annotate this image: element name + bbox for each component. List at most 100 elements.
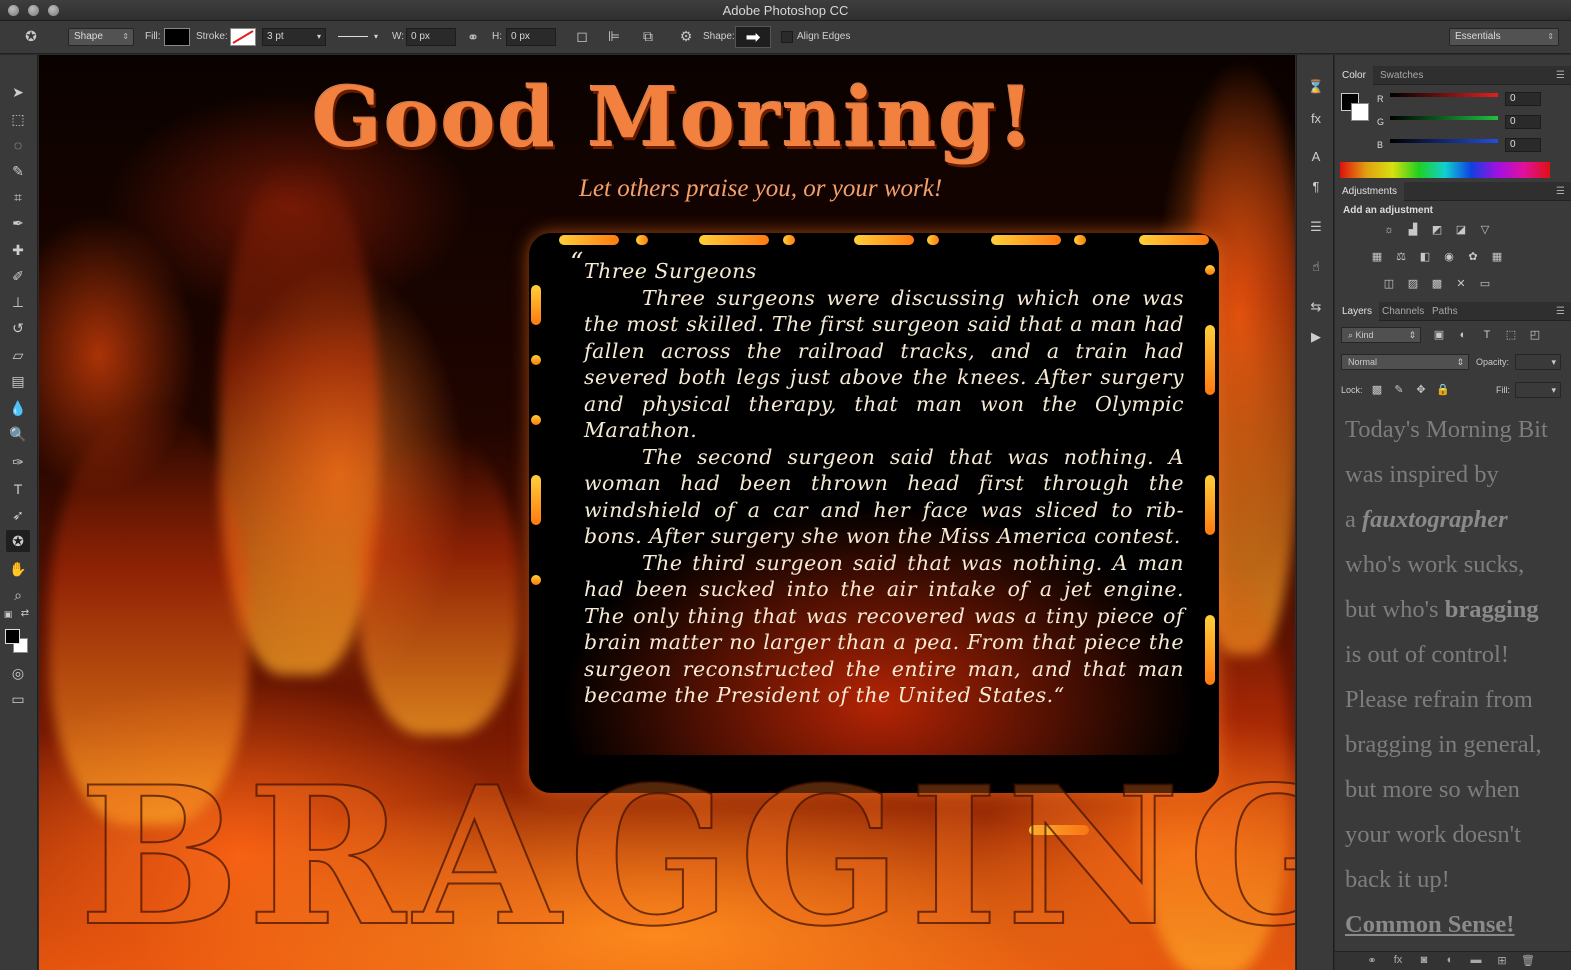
workspace-select[interactable]: Essentials ⇕: [1449, 28, 1559, 46]
actions-panel-icon[interactable]: ▶: [1305, 327, 1327, 347]
link-layers-icon[interactable]: ⚭: [1365, 954, 1379, 967]
layer-mask-icon[interactable]: ◙: [1417, 954, 1431, 966]
layer-style-icon[interactable]: fx: [1391, 954, 1405, 966]
crop-tool-icon[interactable]: ⌗: [6, 186, 30, 208]
color-spectrum-ramp[interactable]: [1340, 162, 1550, 178]
tab-layers[interactable]: Layers: [1335, 302, 1380, 321]
delete-layer-icon[interactable]: 🗑: [1521, 954, 1535, 967]
styles-panel-icon[interactable]: fx: [1305, 109, 1327, 129]
eraser-tool-icon[interactable]: ▱: [6, 344, 30, 366]
new-adjustment-layer-icon[interactable]: ◐: [1443, 954, 1457, 966]
default-colors-icon[interactable]: ▣: [2, 608, 14, 620]
lock-image-pixels-icon[interactable]: ✎: [1391, 383, 1407, 397]
channel-g-value[interactable]: 0: [1505, 115, 1541, 129]
threshold-icon[interactable]: ▩: [1429, 277, 1445, 291]
brightness-contrast-icon[interactable]: ☼: [1381, 223, 1397, 237]
hue-saturation-icon[interactable]: ▦: [1369, 250, 1385, 264]
marquee-tool-icon[interactable]: ⬚: [6, 108, 30, 130]
color-lookup-icon[interactable]: ▦: [1489, 250, 1505, 264]
hand-tool-icon[interactable]: ✋: [6, 558, 30, 580]
eyedropper-tool-icon[interactable]: ✒: [6, 212, 30, 234]
quick-selection-tool-icon[interactable]: ✎: [6, 160, 30, 182]
screen-mode-icon[interactable]: ▭: [6, 688, 30, 710]
fill-field[interactable]: ▾: [1515, 382, 1561, 398]
new-group-icon[interactable]: ▬: [1469, 954, 1483, 966]
paragraph-panel-icon[interactable]: ¶: [1305, 177, 1327, 197]
tab-channels[interactable]: Channels: [1375, 302, 1431, 321]
stroke-width-field[interactable]: 3 pt ▾: [262, 28, 326, 46]
lock-all-icon[interactable]: 🔒: [1435, 383, 1451, 397]
character-panel-icon[interactable]: A: [1305, 147, 1327, 167]
link-icon[interactable]: ⚭: [463, 28, 483, 46]
tab-swatches[interactable]: Swatches: [1373, 66, 1430, 85]
selective-color-icon[interactable]: ✕: [1453, 277, 1469, 291]
channel-r-value[interactable]: 0: [1505, 92, 1541, 106]
tab-adjustments[interactable]: Adjustments: [1335, 182, 1405, 201]
filter-pixel-icon[interactable]: ▣: [1431, 328, 1447, 342]
stroke-swatch[interactable]: [230, 28, 256, 46]
width-field[interactable]: 0 px: [406, 28, 456, 46]
clone-stamp-tool-icon[interactable]: ⊥: [6, 291, 30, 313]
custom-shape-tool-preset-icon[interactable]: ✪: [18, 27, 44, 45]
opacity-field[interactable]: ▾: [1515, 354, 1561, 370]
black-white-icon[interactable]: ◧: [1417, 250, 1433, 264]
move-tool-icon[interactable]: ➤: [6, 81, 30, 103]
curves-icon[interactable]: ◩: [1429, 223, 1445, 237]
history-panel-icon[interactable]: ⌛: [1305, 77, 1327, 97]
panel-menu-icon[interactable]: ☰: [1556, 182, 1565, 201]
color-balance-icon[interactable]: ⚖: [1393, 250, 1409, 264]
new-layer-icon[interactable]: ⊞: [1495, 954, 1509, 967]
swap-colors-icon[interactable]: ⇄: [18, 608, 32, 620]
exposure-icon[interactable]: ◪: [1453, 223, 1469, 237]
stroke-type-select[interactable]: ▾: [333, 28, 381, 46]
healing-brush-tool-icon[interactable]: ✚: [6, 239, 30, 261]
color-bg-swatch[interactable]: [1351, 103, 1369, 121]
type-tool-icon[interactable]: T: [6, 478, 30, 500]
align-edges-checkbox[interactable]: [781, 31, 793, 43]
blend-mode-select[interactable]: Normal ⇕: [1341, 354, 1469, 370]
path-alignment-icon[interactable]: ⊫: [604, 27, 624, 45]
path-operations-icon[interactable]: ◻: [572, 27, 592, 45]
channel-mixer-icon[interactable]: ✿: [1465, 250, 1481, 264]
dodge-tool-icon[interactable]: 🔍: [6, 423, 30, 445]
channel-b-value[interactable]: 0: [1505, 138, 1541, 152]
zoom-tool-icon[interactable]: ⌕: [6, 584, 30, 606]
fill-swatch[interactable]: [164, 28, 190, 46]
filter-shape-icon[interactable]: ⬚: [1503, 328, 1519, 342]
blur-tool-icon[interactable]: 💧: [6, 397, 30, 419]
properties-panel-icon[interactable]: ☰: [1305, 217, 1327, 237]
quick-mask-icon[interactable]: ◎: [6, 662, 30, 684]
lock-transparent-pixels-icon[interactable]: ▩: [1369, 383, 1385, 397]
layer-filter-kind-select[interactable]: ⌕ Kind ⇕: [1341, 327, 1421, 343]
levels-icon[interactable]: ▟: [1405, 223, 1421, 237]
document-canvas[interactable]: Good Morning! Let others praise you, or …: [39, 55, 1295, 970]
height-field[interactable]: 0 px: [506, 28, 556, 46]
path-selection-tool-icon[interactable]: ➶: [6, 504, 30, 526]
pen-tool-icon[interactable]: ✑: [6, 451, 30, 473]
tab-color[interactable]: Color: [1335, 66, 1373, 85]
photo-filter-icon[interactable]: ◉: [1441, 250, 1457, 264]
custom-shape-tool-icon[interactable]: ✪: [6, 530, 30, 552]
filter-adjustment-icon[interactable]: ◐: [1455, 328, 1471, 342]
tab-paths[interactable]: Paths: [1425, 302, 1465, 321]
posterize-icon[interactable]: ▨: [1405, 277, 1421, 291]
brush-tool-icon[interactable]: ✐: [6, 265, 30, 287]
shape-picker-arrow-icon[interactable]: ➡: [735, 26, 771, 48]
channel-r-slider[interactable]: [1390, 93, 1498, 97]
panel-menu-icon[interactable]: ☰: [1556, 66, 1565, 85]
lock-position-icon[interactable]: ✥: [1413, 383, 1429, 397]
history-brush-tool-icon[interactable]: ↺: [6, 317, 30, 339]
gear-icon[interactable]: ⚙: [676, 27, 696, 45]
foreground-color-swatch[interactable]: [5, 629, 20, 644]
vibrance-icon[interactable]: ▽: [1477, 223, 1493, 237]
panel-menu-icon[interactable]: ☰: [1556, 302, 1565, 321]
path-arrangement-icon[interactable]: ⧉: [638, 27, 658, 45]
filter-smart-object-icon[interactable]: ◰: [1527, 328, 1543, 342]
filter-type-icon[interactable]: T: [1479, 328, 1495, 342]
lasso-tool-icon[interactable]: ◌: [6, 134, 30, 156]
tool-presets-icon[interactable]: ☝: [1305, 257, 1327, 277]
channel-g-slider[interactable]: [1390, 116, 1498, 120]
channel-b-slider[interactable]: [1390, 139, 1498, 143]
tool-mode-select[interactable]: Shape ⇕: [68, 28, 134, 46]
gradient-map-icon[interactable]: ▭: [1477, 277, 1493, 291]
